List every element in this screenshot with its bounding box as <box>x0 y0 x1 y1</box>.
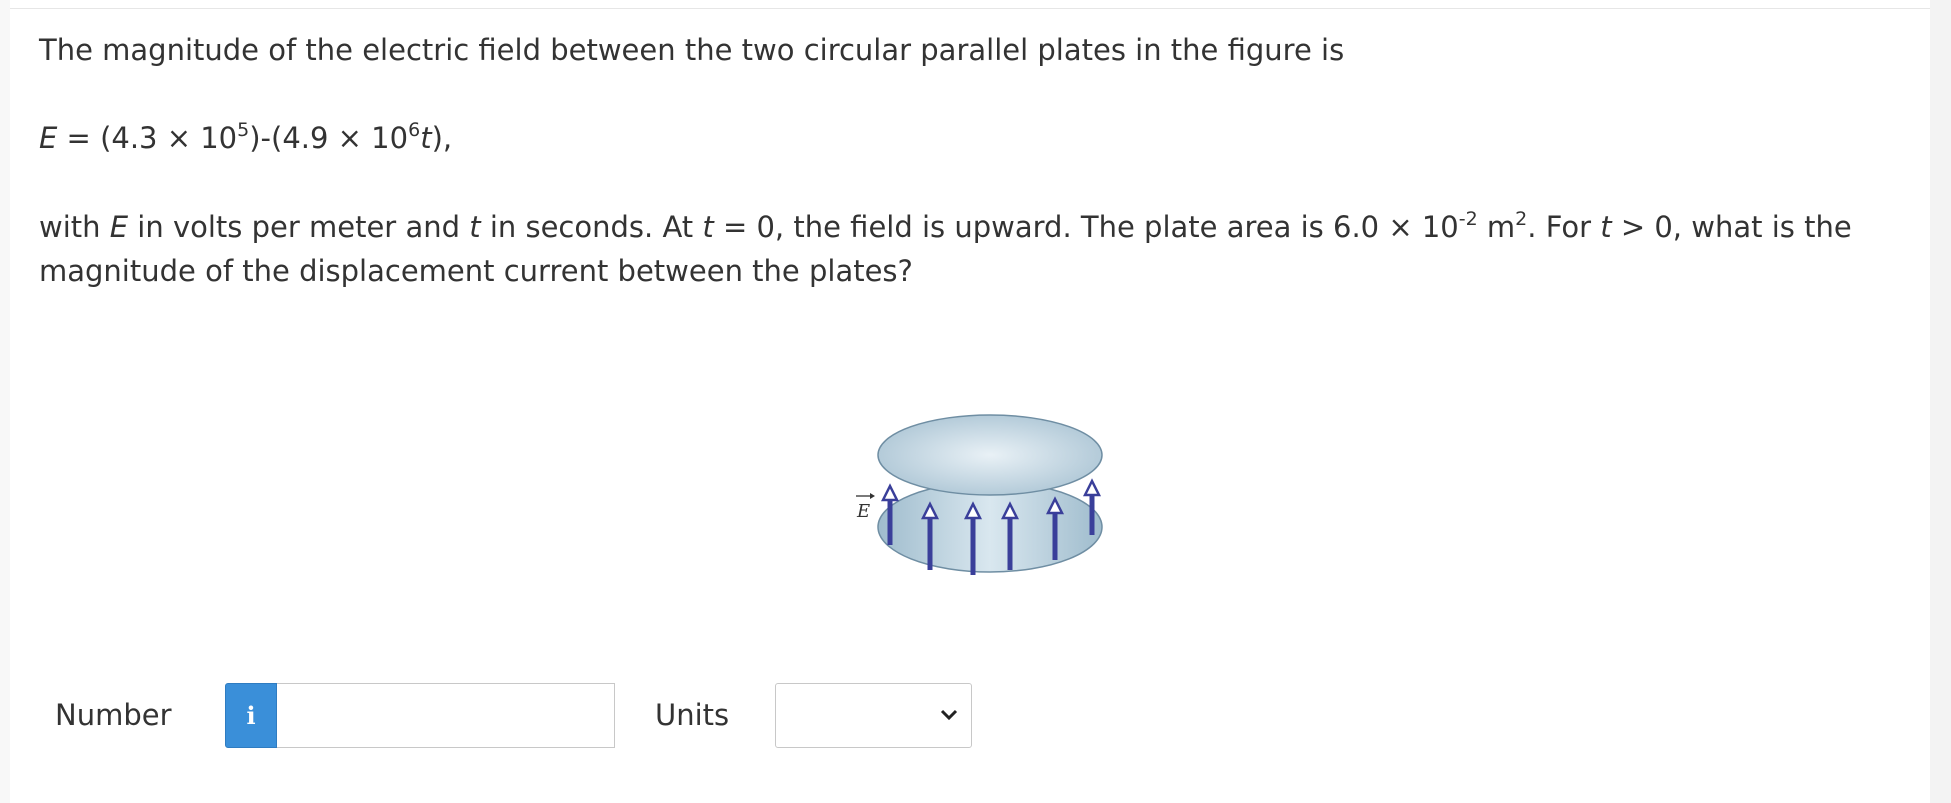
units-label: Units <box>655 698 730 732</box>
var-e: E <box>39 121 58 155</box>
parallel-plates-figure: E <box>856 414 1103 575</box>
number-label: Number <box>55 698 172 732</box>
chevron-down-icon <box>940 709 958 721</box>
question-page: The magnitude of the electric field betw… <box>10 0 1930 803</box>
info-icon[interactable]: i <box>225 683 277 748</box>
question-body: with E in volts per meter and t in secon… <box>39 208 1852 289</box>
question-intro: The magnitude of the electric field betw… <box>39 33 1345 67</box>
top-plate <box>877 414 1103 496</box>
top-divider <box>10 8 1930 9</box>
field-label: E <box>856 501 870 522</box>
answer-row: Number i Units <box>55 683 1055 749</box>
units-select[interactable] <box>775 683 972 748</box>
scrollbar-track[interactable] <box>1930 0 1951 803</box>
field-equation: E = (4.3 × 105)-(4.9 × 106t), <box>39 119 453 156</box>
number-input[interactable] <box>277 683 615 748</box>
